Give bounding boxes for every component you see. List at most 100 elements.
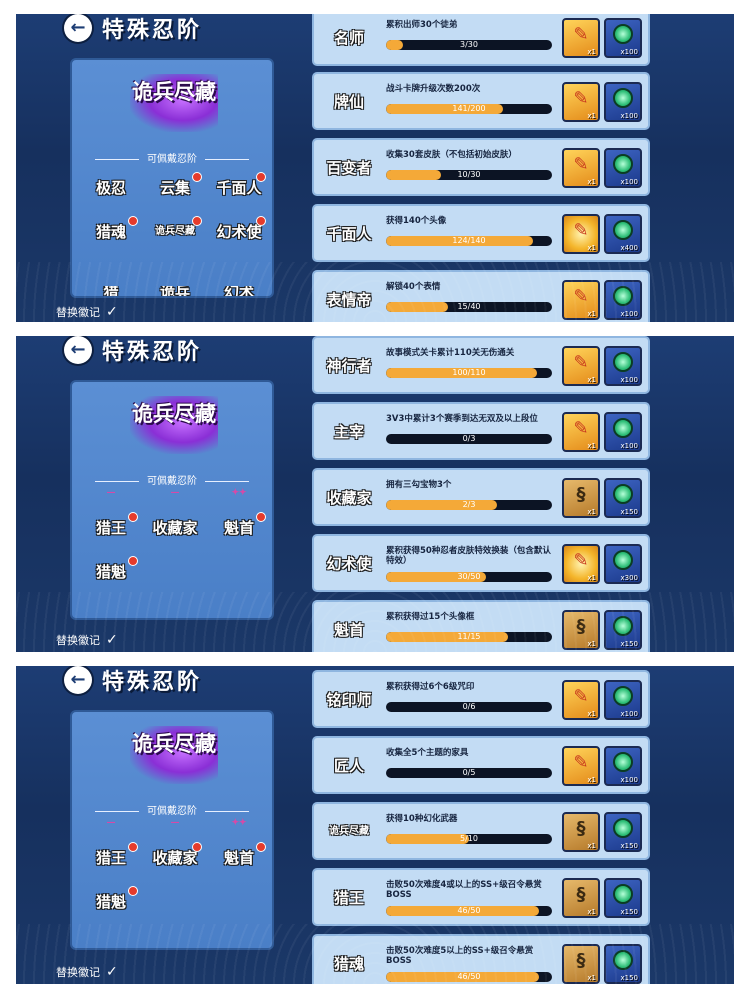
reward-item-1[interactable]: ✎ x1 bbox=[562, 412, 600, 452]
achievement-card[interactable]: 百变者 收集30套皮肤（不包括初始皮肤） 10/30 ✎ x1 x100 bbox=[312, 138, 650, 196]
achievement-description: 3V3中累计3个赛季到达无双及以上段位 bbox=[386, 414, 538, 424]
rank-badge[interactable]: 幻术使 bbox=[210, 216, 268, 246]
back-button[interactable]: ← bbox=[64, 336, 92, 364]
badge-partial[interactable]: — bbox=[146, 488, 204, 498]
achievement-card[interactable]: 诡兵尽藏 获得10种幻化武器 5/10 § x1 x150 bbox=[312, 802, 650, 860]
reward-item-2[interactable]: x100 bbox=[604, 746, 642, 786]
badge-showcase: 诡兵尽藏 可佩戴忍阶 — — ✦✦ 猎王 收藏家 魁首 猎魁 bbox=[70, 710, 274, 950]
tool-icon: § bbox=[576, 818, 586, 839]
badge-partial[interactable]: 幻术 bbox=[210, 286, 268, 296]
rank-badge[interactable]: 猎魂 bbox=[82, 216, 140, 246]
achievement-card[interactable]: 猎王 击败50次难度4或以上的SS+级召令悬赏BOSS 46/50 § x1 x150 bbox=[312, 868, 650, 926]
badge-partial[interactable]: — bbox=[146, 818, 204, 828]
reward-item-2[interactable]: x100 bbox=[604, 148, 642, 188]
achievement-description: 击败50次难度5以上的SS+级召令悬赏BOSS bbox=[386, 946, 534, 966]
achievement-card[interactable]: 名师 累积出师30个徒弟 3/30 ✎ x1 x100 bbox=[312, 14, 650, 66]
reward-item-1[interactable]: ✎ x1 bbox=[562, 214, 600, 254]
reward-item-2[interactable]: x300 bbox=[604, 544, 642, 584]
achievement-card[interactable]: 主宰 3V3中累计3个赛季到达无双及以上段位 0/3 ✎ x1 x100 bbox=[312, 402, 650, 460]
reward-item-2[interactable]: x100 bbox=[604, 18, 642, 58]
badge-partial[interactable]: ✦✦ bbox=[210, 488, 268, 498]
achievement-card[interactable]: 魁首 累积获得过15个头像框 11/15 § x1 x150 bbox=[312, 600, 650, 652]
rank-badge[interactable]: 千面人 bbox=[210, 172, 268, 202]
reward-item-1[interactable]: ✎ x1 bbox=[562, 82, 600, 122]
reward-item-1[interactable]: § x1 bbox=[562, 878, 600, 918]
replace-badge-toggle[interactable]: 替换徽记 ✓ bbox=[56, 304, 118, 320]
reward-item-1[interactable]: § x1 bbox=[562, 610, 600, 650]
reward-item-2[interactable]: x150 bbox=[604, 478, 642, 518]
achievement-card[interactable]: 铭印师 累积获得过6个6级咒印 0/6 ✎ x1 x100 bbox=[312, 670, 650, 728]
reward-quantity: x100 bbox=[620, 48, 638, 56]
rank-badge[interactable]: 魁首 bbox=[210, 512, 268, 542]
reward-item-1[interactable]: ✎ x1 bbox=[562, 18, 600, 58]
badge-partial[interactable]: — bbox=[82, 818, 140, 828]
reward-item-1[interactable]: § x1 bbox=[562, 812, 600, 852]
red-dot-icon bbox=[256, 842, 266, 852]
reward-item-1[interactable]: ✎ x1 bbox=[562, 544, 600, 584]
replace-badge-toggle[interactable]: 替换徽记 ✓ bbox=[56, 632, 118, 648]
rank-badge[interactable]: 收藏家 bbox=[146, 514, 204, 542]
achievement-card[interactable]: 神行者 故事模式关卡累计110关无伤通关 100/110 ✎ x1 x100 bbox=[312, 336, 650, 394]
reward-item-1[interactable]: ✎ x1 bbox=[562, 746, 600, 786]
badge-showcase: 诡兵尽藏 可佩戴忍阶猎诡兵 幻术 极忍 云集 千面人 猎魂 诡兵尽藏 幻术使 bbox=[70, 58, 274, 298]
rank-badge[interactable]: 魁首 bbox=[210, 842, 268, 872]
achievement-description: 获得10种幻化武器 bbox=[386, 814, 458, 824]
progress-text: 46/50 bbox=[457, 972, 481, 981]
tool-icon: § bbox=[576, 616, 586, 637]
achievement-card[interactable]: 猎魂 击败50次难度5以上的SS+级召令悬赏BOSS 46/50 § x1 x150 bbox=[312, 934, 650, 984]
rank-badge[interactable]: 猎王 bbox=[82, 842, 140, 872]
achievement-emblem: 表情帝 bbox=[326, 291, 372, 309]
reward-quantity: x1 bbox=[587, 178, 596, 186]
reward-item-2[interactable]: x150 bbox=[604, 812, 642, 852]
back-button[interactable]: ← bbox=[64, 666, 92, 694]
reward-quantity: x1 bbox=[587, 244, 596, 252]
reward-item-2[interactable]: x150 bbox=[604, 878, 642, 918]
reward-item-2[interactable]: x100 bbox=[604, 346, 642, 386]
reward-item-1[interactable]: § x1 bbox=[562, 944, 600, 984]
rank-badge[interactable]: 收藏家 bbox=[146, 842, 204, 872]
badge-partial[interactable]: 猎 bbox=[82, 286, 140, 296]
achievement-card[interactable]: 表情帝 解锁40个表情 15/40 ✎ x1 x100 bbox=[312, 270, 650, 322]
rank-badge[interactable]: 云集 bbox=[146, 172, 204, 202]
reward-item-2[interactable]: x100 bbox=[604, 680, 642, 720]
jade-orb-icon bbox=[606, 286, 640, 312]
rank-badge-label: 猎魂 bbox=[95, 223, 126, 241]
achievement-card[interactable]: 匠人 收集全5个主题的家具 0/5 ✎ x1 x100 bbox=[312, 736, 650, 794]
red-dot-icon bbox=[128, 842, 138, 852]
achievement-card[interactable]: 牌仙 战斗卡牌升级次数200次 141/200 ✎ x1 x100 bbox=[312, 72, 650, 130]
rank-badge[interactable]: 极忍 bbox=[82, 174, 140, 202]
reward-item-1[interactable]: ✎ x1 bbox=[562, 148, 600, 188]
progress-text: 15/40 bbox=[457, 302, 481, 311]
badge-partial[interactable]: 诡兵 bbox=[146, 286, 204, 296]
rank-badge[interactable]: 猎魁 bbox=[82, 886, 140, 916]
achievement-description: 解锁40个表情 bbox=[386, 282, 441, 292]
rank-badge[interactable]: 猎魁 bbox=[82, 556, 140, 586]
rank-badge[interactable]: 猎王 bbox=[82, 512, 140, 542]
checkmark-icon: ✓ bbox=[106, 964, 118, 980]
jade-orb-icon bbox=[606, 884, 640, 910]
achievement-card[interactable]: 千面人 获得140个头像 124/140 ✎ x1 x400 bbox=[312, 204, 650, 262]
replace-badge-toggle[interactable]: 替换徽记 ✓ bbox=[56, 964, 118, 980]
reward-item-2[interactable]: x100 bbox=[604, 82, 642, 122]
progress-text: 0/3 bbox=[462, 434, 476, 443]
achievement-card[interactable]: 幻术使 累积获得50种忍者皮肤特效换装（包含默认特效） 30/50 ✎ x1 x300 bbox=[312, 534, 650, 592]
reward-item-2[interactable]: x150 bbox=[604, 610, 642, 650]
scroll-icon: ✎ bbox=[573, 154, 589, 175]
reward-item-2[interactable]: x100 bbox=[604, 412, 642, 452]
badge-partial[interactable]: — bbox=[82, 488, 140, 498]
rank-badge-label: 幻术使 bbox=[216, 223, 262, 241]
reward-item-2[interactable]: x150 bbox=[604, 944, 642, 984]
reward-item-1[interactable]: ✎ x1 bbox=[562, 346, 600, 386]
reward-item-2[interactable]: x400 bbox=[604, 214, 642, 254]
rank-badge[interactable]: 诡兵尽藏 bbox=[146, 216, 204, 246]
reward-item-1[interactable]: § x1 bbox=[562, 478, 600, 518]
equippable-ranks-label: 可佩戴忍阶 bbox=[72, 150, 272, 165]
reward-item-1[interactable]: ✎ x1 bbox=[562, 680, 600, 720]
back-button[interactable]: ← bbox=[64, 14, 92, 42]
reward-quantity: x150 bbox=[620, 908, 638, 916]
achievement-card[interactable]: 收藏家 拥有三勾宝物3个 2/3 § x1 x150 bbox=[312, 468, 650, 526]
replace-badge-label: 替换徽记 bbox=[56, 634, 100, 647]
reward-item-1[interactable]: ✎ x1 bbox=[562, 280, 600, 320]
badge-partial[interactable]: ✦✦ bbox=[210, 818, 268, 828]
reward-item-2[interactable]: x100 bbox=[604, 280, 642, 320]
